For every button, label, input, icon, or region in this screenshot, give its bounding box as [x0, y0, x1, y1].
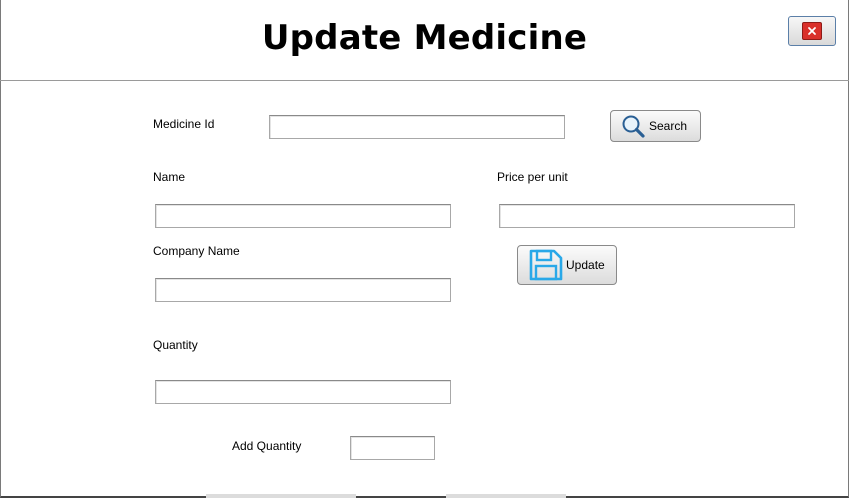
price-input[interactable] — [499, 204, 795, 228]
window-frame — [0, 0, 849, 498]
name-input[interactable] — [155, 204, 451, 228]
save-icon — [528, 248, 564, 282]
price-label: Price per unit — [497, 170, 568, 184]
add-quantity-input[interactable] — [350, 436, 435, 460]
company-name-input[interactable] — [155, 278, 451, 302]
medicine-id-input[interactable] — [269, 115, 565, 139]
update-button-label: Update — [566, 258, 605, 272]
page-title: Update Medicine — [261, 18, 588, 58]
taskbar-edge — [446, 494, 566, 498]
taskbar-edge — [206, 494, 356, 498]
search-button-label: Search — [649, 119, 688, 133]
search-icon — [621, 114, 647, 138]
company-name-label: Company Name — [153, 244, 240, 258]
close-button[interactable] — [788, 16, 836, 46]
close-icon — [802, 22, 822, 40]
quantity-input[interactable] — [155, 380, 451, 404]
search-button[interactable]: Search — [610, 110, 701, 142]
update-button[interactable]: Update — [517, 245, 617, 285]
header-divider — [0, 80, 849, 81]
quantity-label: Quantity — [153, 338, 198, 352]
medicine-id-label: Medicine Id — [153, 117, 215, 131]
name-label: Name — [153, 170, 186, 184]
add-quantity-label: Add Quantity — [232, 439, 302, 453]
